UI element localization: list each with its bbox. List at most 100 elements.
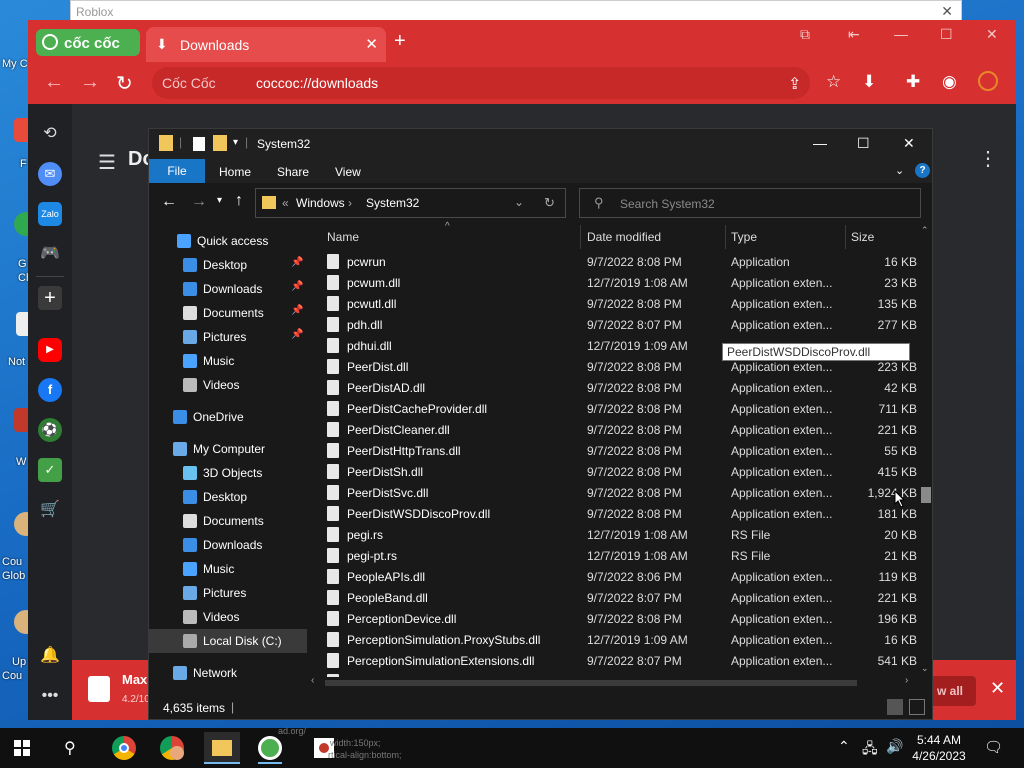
tab-home[interactable]: Home [219,165,251,179]
expand-ribbon-icon[interactable]: ⌄ [895,164,904,177]
details-view-icon[interactable] [887,699,903,715]
history-icon[interactable]: ⟲ [38,122,62,146]
coccoc-taskbar-icon[interactable] [254,732,286,764]
breadcrumb-windows[interactable]: Windows [296,196,345,210]
scroll-down-icon[interactable]: ⌄ [921,663,929,674]
minimize-icon[interactable]: — [813,135,827,151]
new-tab-icon[interactable]: + [394,30,406,53]
forward-icon[interactable]: → [191,193,207,211]
tab-file[interactable]: File [149,159,205,183]
column-type[interactable]: Type [731,230,757,244]
add-icon[interactable]: + [38,286,62,310]
column-divider[interactable] [580,225,581,249]
share-icon[interactable]: ⇪ [788,74,801,94]
file-row[interactable]: PeerDistAD.dll 9/7/2022 8:08 PM Applicatio… [307,377,917,398]
scrollbar-thumb[interactable] [921,487,931,503]
more-icon[interactable]: ••• [38,684,62,708]
nav-item[interactable]: Music [149,349,307,373]
nav-item[interactable]: Local Disk (C:) [149,629,307,653]
address-bar[interactable]: « Windows › System32 ⌄ ↻ [255,188,566,218]
profile-icon[interactable]: ◉ [942,72,957,92]
nav-item[interactable]: Network [149,661,307,685]
nav-item[interactable]: Videos [149,605,307,629]
refresh-icon[interactable]: ↻ [544,195,555,211]
back-icon[interactable]: ← [44,71,64,94]
search-icon[interactable]: ⚲ [64,738,76,758]
horizontal-scrollbar[interactable]: ‹ › [307,675,919,689]
tab-view[interactable]: View [335,165,361,179]
download-file-name[interactable]: Max [122,672,147,687]
nav-item[interactable]: Pictures 📌 [149,325,307,349]
url-text[interactable]: coccoc://downloads [256,75,378,91]
close-icon[interactable]: ✕ [903,135,915,152]
file-row[interactable]: pcwum.dll 12/7/2019 1:08 AM Application ex… [307,272,917,293]
column-date[interactable]: Date modified [587,230,661,244]
game-icon[interactable]: 🎮 [38,242,62,266]
nav-item[interactable]: Videos [149,373,307,397]
file-row[interactable]: PeopleAPIs.dll 9/7/2022 8:06 PM Applicatio… [307,566,917,587]
cart-icon[interactable]: 🛒 [38,498,62,522]
file-row[interactable]: PeerDistHttpTrans.dll 9/7/2022 8:08 PM App… [307,440,917,461]
shield-icon[interactable]: ✓ [38,458,62,482]
nav-item[interactable]: Downloads [149,533,307,557]
back-icon[interactable]: ← [161,193,177,211]
recent-locations-icon[interactable]: ▾ [217,195,222,206]
large-icons-view-icon[interactable] [909,699,925,715]
file-row[interactable]: PeopleBand.dll 9/7/2022 8:07 PM Applicatio… [307,587,917,608]
new-folder-icon[interactable] [213,135,227,151]
tab-share[interactable]: Share [277,165,309,179]
more-options-icon[interactable]: ⋮ [978,146,998,171]
search-box[interactable]: ⚲ Search System32 [579,188,921,218]
file-row[interactable]: PerceptionSimulationExtensions.dll 9/7/20… [307,650,917,671]
close-icon[interactable]: ✕ [990,678,1005,699]
chrome-icon[interactable] [108,732,140,764]
breadcrumb-overflow[interactable]: « [282,196,289,210]
column-name[interactable]: Name [327,230,359,244]
vertical-scrollbar[interactable]: ⌃ ⌄ [919,225,932,677]
zalo-icon[interactable]: Zalo [38,202,62,226]
file-row[interactable]: PerceptionDevice.dll 9/7/2022 8:08 PM Appl… [307,608,917,629]
column-size[interactable]: Size [851,230,874,244]
close-icon[interactable]: ✕ [941,3,953,20]
maximize-icon[interactable]: ☐ [940,26,953,43]
notification-icon[interactable]: 🗨 [984,738,1003,756]
scrollbar-thumb[interactable] [325,680,857,686]
close-icon[interactable]: ✕ [986,26,998,43]
nav-item[interactable]: Desktop [149,485,307,509]
file-row[interactable]: pegi-pt.rs 12/7/2019 1:08 AM RS File 21 KB [307,545,917,566]
chevron-down-icon[interactable]: ▾ [233,137,238,148]
forward-icon[interactable]: → [80,71,100,94]
nav-item[interactable]: Documents 📌 [149,301,307,325]
column-divider[interactable] [725,225,726,249]
sidebar-toggle-icon[interactable]: ⇤ [848,26,860,43]
start-icon[interactable] [14,740,30,756]
file-row[interactable]: PeerDistWSDDiscoProv.dll 9/7/2022 8:08 PM… [307,503,917,524]
background-window[interactable]: Roblox ✕ [70,0,962,22]
nav-item[interactable]: Pictures [149,581,307,605]
file-row[interactable]: pcwrun 9/7/2022 8:08 PM Application 16 KB [307,251,917,272]
football-icon[interactable]: ⚽ [38,418,62,442]
nav-item[interactable]: Downloads 📌 [149,277,307,301]
chevron-down-icon[interactable]: ⌄ [514,195,524,209]
file-row[interactable]: PeerDistCleaner.dll 9/7/2022 8:08 PM Appli… [307,419,917,440]
reload-icon[interactable]: ↻ [116,71,133,96]
properties-icon[interactable] [193,137,205,151]
menu-icon[interactable]: ☰ [98,150,116,175]
facebook-icon[interactable]: f [38,378,62,402]
network-icon[interactable]: 🖧 [862,738,878,762]
nav-item[interactable]: OneDrive [149,405,307,429]
youtube-icon[interactable]: ▶ [38,338,62,362]
volume-icon[interactable]: 🔊 [886,738,903,755]
chevron-up-icon[interactable]: ⌃ [838,738,850,755]
nav-item[interactable]: 3D Objects [149,461,307,485]
tab-downloads[interactable]: ⬇ Downloads ✕ [146,27,386,62]
file-row[interactable]: PerceptionSimulation.ProxyStubs.dll 12/7/… [307,629,917,650]
file-row[interactable]: PeerDistCacheProvider.dll 9/7/2022 8:08 P… [307,398,917,419]
scroll-right-icon[interactable]: › [905,675,908,686]
minimize-icon[interactable]: — [894,26,908,42]
browser-logo[interactable]: cốc cốc [36,29,140,56]
explorer-title-bar[interactable]: | ▾ | System32 — ☐ ✕ [149,129,932,159]
breadcrumb-system32[interactable]: System32 [366,196,419,210]
notification-bell-icon[interactable]: 🔔 [38,644,62,668]
file-row[interactable]: pdh.dll 9/7/2022 8:07 PM Application exten… [307,314,917,335]
